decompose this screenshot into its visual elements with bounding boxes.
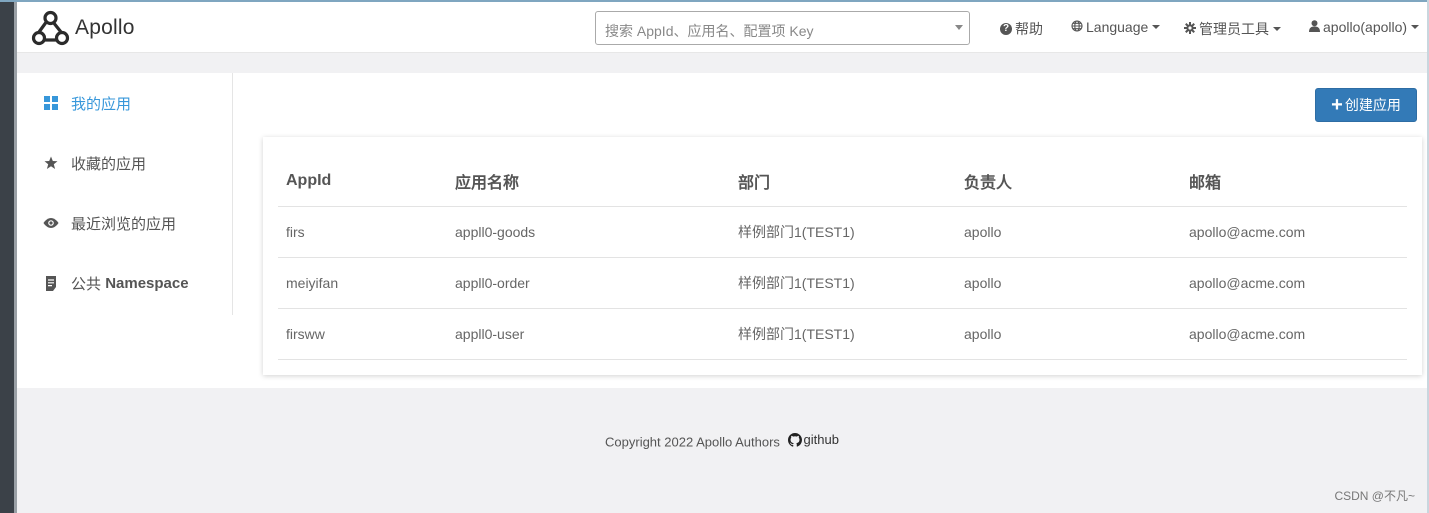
caret-down-icon [1411,25,1420,29]
help-link[interactable]: ? 帮助 [1000,19,1043,39]
globe-icon [1071,19,1083,35]
cell-app-name: appll0-goods [455,224,536,240]
column-header-app-name: 应用名称 [455,174,520,192]
cell-appid: meiyifan [286,275,339,291]
column-header-appid: AppId [286,171,332,189]
create-app-label: 创建应用 [1344,97,1401,113]
question-circle-icon: ? [1000,23,1012,35]
apollo-portal: Apollo 搜索 AppId、应用名、配置项 Key ? 帮助 Languag… [17,2,1427,513]
eye-icon [43,215,59,231]
cell-owner: apollo [964,224,1002,240]
cell-app-name: appll0-user [455,326,525,342]
github-label: github [803,432,839,447]
github-link[interactable]: github [787,432,839,447]
cell-email: apollo@acme.com [1189,224,1306,240]
sidebar-item-favorites[interactable]: 收藏的应用 [43,152,146,174]
top-navbar: Apollo 搜索 AppId、应用名、配置项 Key ? 帮助 Languag… [17,2,1427,53]
gear-icon [1184,21,1196,37]
language-dropdown[interactable]: Language [1071,19,1161,35]
column-header-email: 邮箱 [1189,174,1222,192]
sidebar-item-my-apps[interactable]: 我的应用 [43,92,131,114]
language-label: Language [1086,19,1149,35]
main-content: 我的应用 收藏的应用 最近浏览的应用 公共 Namespace + 创建应用 A… [17,73,1427,388]
caret-down-icon [1152,25,1161,29]
brand-name: Apollo [75,16,135,39]
grid-icon [43,95,59,111]
cell-appid: firsww [286,326,325,342]
star-icon [43,155,59,171]
plus-icon: + [1331,94,1343,116]
cell-email: apollo@acme.com [1189,326,1306,342]
book-icon [43,275,59,291]
copyright-text: Copyright 2022 Apollo Authors [605,434,780,450]
chevron-down-icon [955,25,963,30]
github-icon [787,432,802,447]
brand-logo[interactable]: Apollo [31,9,135,47]
user-dropdown[interactable]: apollo(apollo) [1309,19,1420,35]
sidebar-item-label-prefix: 公共 [71,275,102,293]
admin-tools-dropdown[interactable]: 管理员工具 [1184,19,1281,39]
app-search-select[interactable]: 搜索 AppId、应用名、配置项 Key [595,11,970,45]
cell-email: apollo@acme.com [1189,275,1306,291]
app-table-card: AppId 应用名称 部门 负责人 邮箱 firs appll0-goods 样… [263,137,1422,375]
cell-department: 样例部门1(TEST1) [738,326,855,342]
apollo-logo-icon [31,10,70,46]
caret-down-icon [1273,27,1281,31]
user-label: apollo(apollo) [1323,19,1408,35]
sidebar-item-label: 收藏的应用 [71,155,147,173]
sidebar-item-recent[interactable]: 最近浏览的应用 [43,212,176,234]
sidebar-item-label: 最近浏览的应用 [71,215,177,233]
sidebar-item-label: 我的应用 [71,95,132,113]
app-table: AppId 应用名称 部门 负责人 邮箱 firs appll0-goods 样… [278,155,1407,360]
sidebar-item-label-suffix: Namespace [105,274,189,292]
cell-owner: apollo [964,275,1002,291]
cell-department: 样例部门1(TEST1) [738,224,855,240]
cell-owner: apollo [964,326,1002,342]
create-app-button[interactable]: + 创建应用 [1315,88,1417,122]
cell-appid: firs [286,224,305,240]
sidebar: 我的应用 收藏的应用 最近浏览的应用 公共 Namespace [17,73,233,315]
user-icon [1309,19,1320,35]
admin-tools-label: 管理员工具 [1199,21,1269,37]
footer: Copyright 2022 Apollo Authors github [17,432,1427,450]
table-row[interactable]: firsww appll0-user 样例部门1(TEST1) apollo a… [278,309,1407,360]
help-label: 帮助 [1015,21,1043,37]
column-header-department: 部门 [738,174,771,192]
table-row[interactable]: firs appll0-goods 样例部门1(TEST1) apollo ap… [278,207,1407,258]
table-header-row: AppId 应用名称 部门 负责人 邮箱 [278,155,1407,207]
cell-department: 样例部门1(TEST1) [738,275,855,291]
column-header-owner: 负责人 [964,174,1013,192]
sidebar-item-public-namespace[interactable]: 公共 Namespace [43,272,189,294]
csdn-watermark: CSDN @不凡~ [1334,489,1415,503]
cell-app-name: appll0-order [455,275,530,291]
search-placeholder: 搜索 AppId、应用名、配置项 Key [605,23,814,39]
table-row[interactable]: meiyifan appll0-order 样例部门1(TEST1) apoll… [278,258,1407,309]
window-left-edge [0,0,17,513]
